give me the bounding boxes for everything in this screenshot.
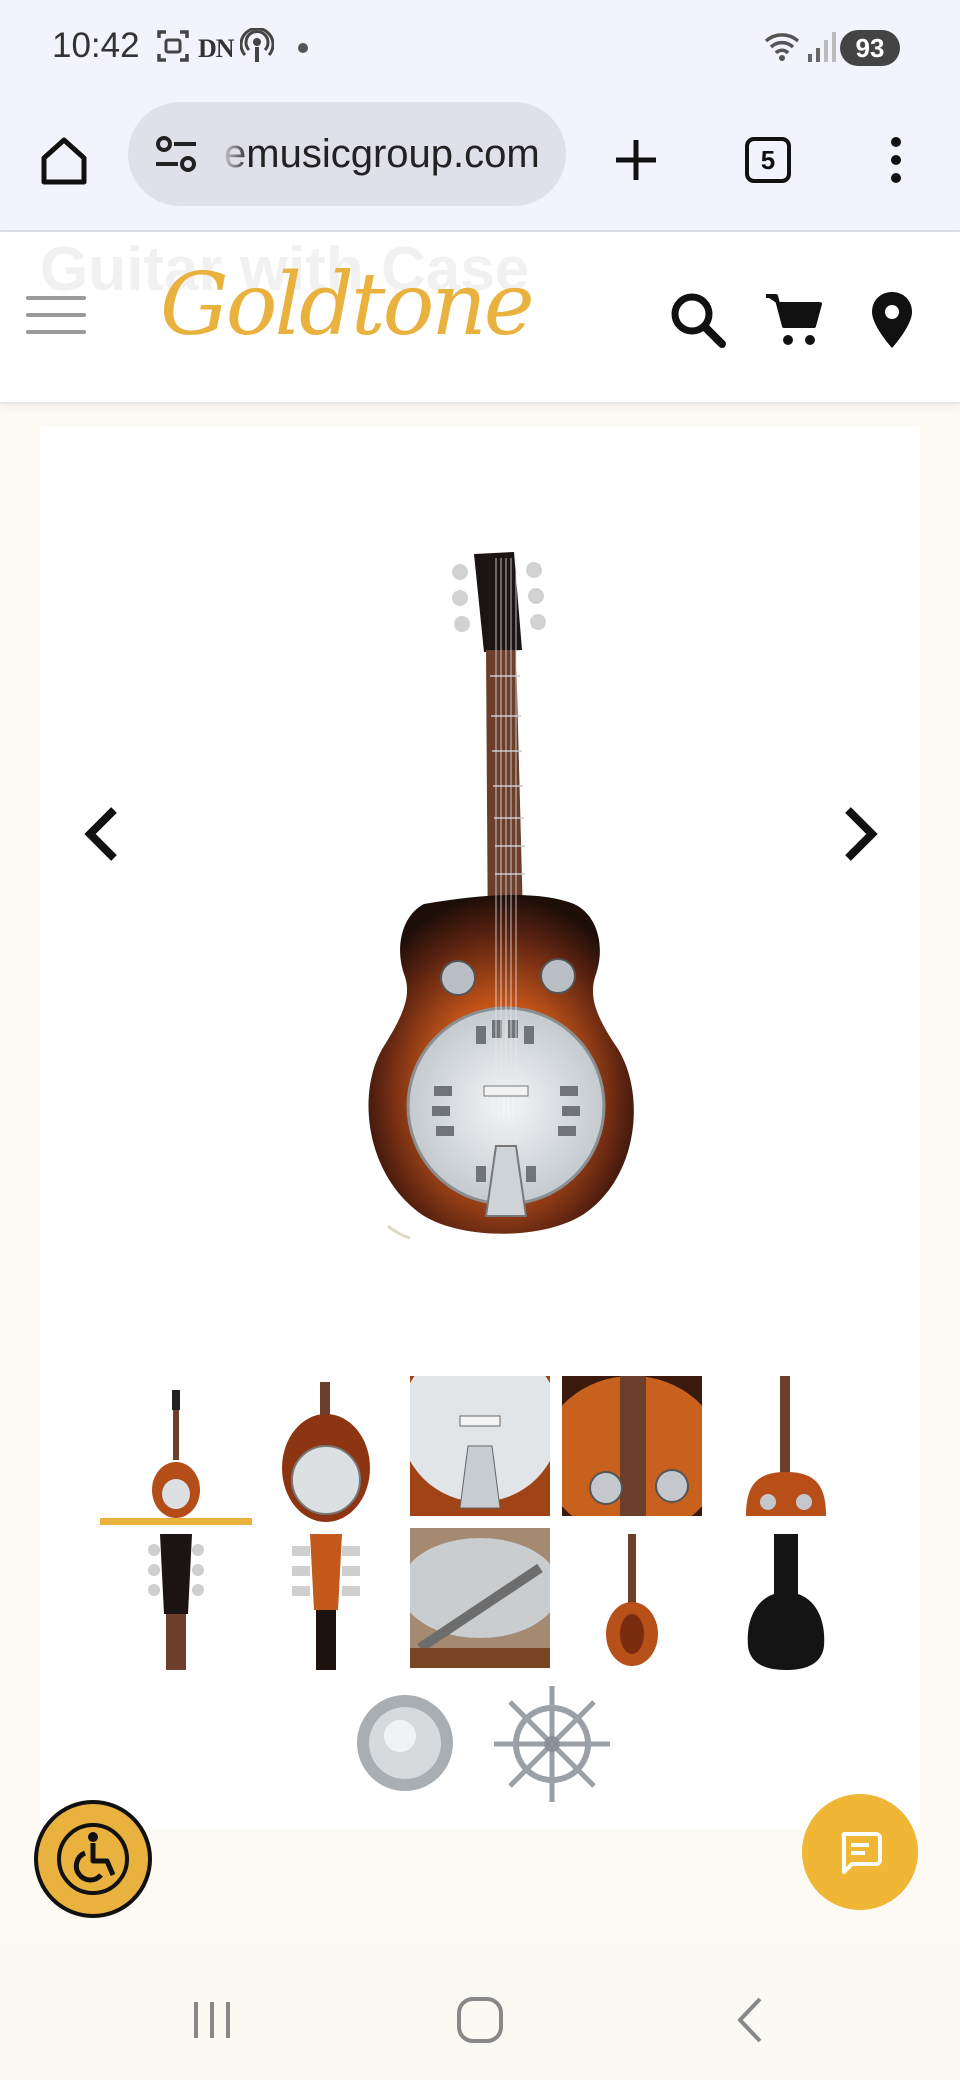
- thumbnail-12[interactable]: [490, 1682, 614, 1806]
- status-bar: 10:42 DN 93: [0, 0, 960, 96]
- thumbnail-3-image: [410, 1376, 550, 1516]
- recent-apps-button[interactable]: [172, 1990, 252, 2050]
- chevron-left-icon: [84, 807, 117, 861]
- thumbnail-5-image: [716, 1376, 856, 1516]
- home-icon: [41, 137, 87, 185]
- gallery-prev-button[interactable]: [72, 794, 132, 874]
- thumbnail-6[interactable]: [106, 1530, 246, 1670]
- thumbnail-7[interactable]: [256, 1530, 396, 1670]
- goldtone-logo[interactable]: Goldtone: [160, 254, 535, 357]
- url-fade: [220, 122, 250, 186]
- thumbnail-7-image: [256, 1530, 396, 1670]
- thumbnail-4-image: [562, 1376, 702, 1516]
- thumbnail-9-image: [562, 1530, 702, 1670]
- dn-label: DN: [198, 34, 235, 63]
- thumbnail-11[interactable]: [350, 1688, 460, 1798]
- new-tab-icon: [616, 140, 656, 180]
- thumbnail-12-image: [490, 1682, 614, 1806]
- thumbnail-8[interactable]: [410, 1528, 550, 1668]
- home-button[interactable]: [28, 124, 100, 196]
- chat-icon: [841, 1832, 882, 1874]
- thumbnail-8-image: [410, 1528, 550, 1668]
- thumbnail-10-image: [716, 1530, 856, 1670]
- dot-icon: [298, 43, 308, 53]
- home-nav-icon: [457, 1997, 503, 2043]
- battery-indicator: 93: [840, 30, 900, 66]
- signal-icon: [808, 32, 836, 62]
- browser-toolbar: emusicgroup.com 5: [0, 96, 960, 232]
- thumbnail-4[interactable]: [562, 1376, 702, 1516]
- chat-button[interactable]: [802, 1794, 918, 1910]
- tab-switcher-icon: 5: [745, 137, 791, 183]
- browser-menu-button[interactable]: [860, 124, 932, 196]
- chevron-right-icon: [845, 807, 878, 861]
- site-settings-icon[interactable]: [152, 132, 200, 176]
- search-icon[interactable]: [668, 290, 728, 350]
- thumbnail-selected-indicator: [100, 1518, 252, 1525]
- thumbnail-1[interactable]: [106, 1382, 246, 1522]
- site-header: Guitar with Case Goldtone: [0, 232, 960, 404]
- tab-switcher-button[interactable]: 5: [732, 124, 804, 196]
- thumbnail-11-image: [350, 1688, 460, 1798]
- product-gallery: [40, 426, 920, 1830]
- thumbnail-6-image: [106, 1530, 246, 1670]
- screenshot-icon: [157, 30, 189, 62]
- status-time: 10:42: [52, 26, 140, 65]
- thumbnail-2-image: [256, 1382, 396, 1522]
- menu-icon: [891, 137, 901, 183]
- cart-icon[interactable]: [764, 290, 824, 350]
- thumbnail-5[interactable]: [716, 1376, 856, 1516]
- podcast-icon: [240, 28, 274, 62]
- hamburger-menu-icon[interactable]: [26, 296, 86, 340]
- accessibility-button[interactable]: [34, 1800, 152, 1918]
- gallery-next-button[interactable]: [830, 794, 890, 874]
- back-nav-icon: [737, 1997, 762, 2043]
- accessibility-icon: [57, 1823, 129, 1895]
- url-text: emusicgroup.com: [224, 132, 540, 176]
- wifi-icon: [764, 33, 800, 61]
- home-nav-button[interactable]: [440, 1990, 520, 2050]
- page: { "status_bar": { "time": "10:42", "dn_l…: [0, 0, 960, 2080]
- main-product-image[interactable]: [356, 546, 656, 1246]
- thumbnail-1-image: [106, 1382, 246, 1522]
- thumbnail-3[interactable]: [410, 1376, 550, 1516]
- system-nav-bar: [0, 1950, 960, 2080]
- location-icon[interactable]: [862, 290, 922, 350]
- recent-apps-icon: [194, 2002, 230, 2038]
- new-tab-button[interactable]: [600, 124, 672, 196]
- thumbnail-10[interactable]: [716, 1530, 856, 1670]
- thumbnail-9[interactable]: [562, 1530, 702, 1670]
- url-bar[interactable]: emusicgroup.com: [128, 102, 566, 206]
- back-nav-button[interactable]: [710, 1990, 790, 2050]
- thumbnail-2[interactable]: [256, 1382, 396, 1522]
